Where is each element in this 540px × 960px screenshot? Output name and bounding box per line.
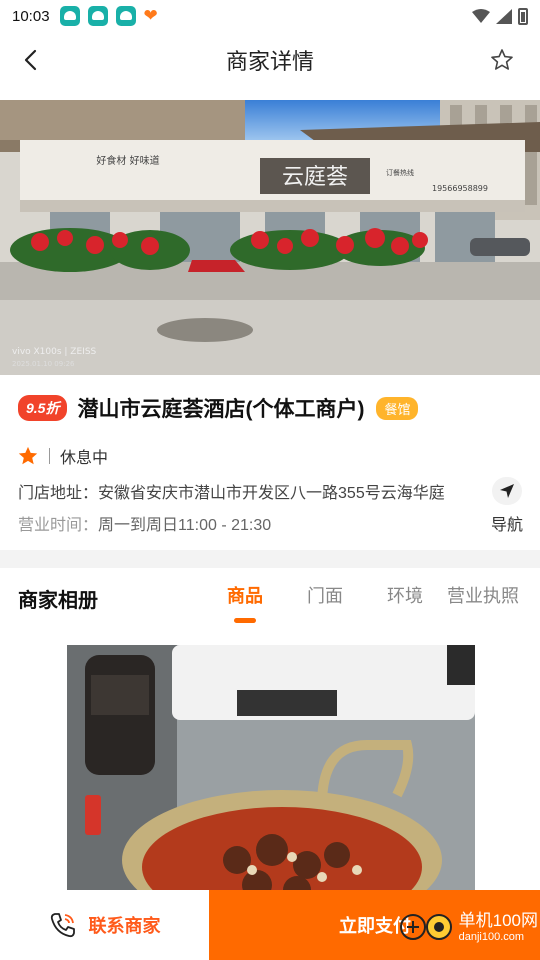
notification-app-icon — [115, 6, 136, 26]
notification-app-icon — [87, 6, 108, 26]
category-badge: 餐馆 — [376, 396, 419, 420]
hours-label: 营业时间： — [18, 517, 99, 534]
photo-date-text: 2025.01.10 09:26 — [12, 360, 75, 368]
navigation-icon-wrap — [492, 477, 522, 505]
store-title-row: 9.5折 潜山市云庭荟酒店(个体工商户) 餐馆 — [18, 393, 530, 423]
store-name: 潜山市云庭荟酒店(个体工商户) — [77, 398, 365, 421]
navigation-arrow-icon — [500, 484, 514, 498]
watermark-title: 单机100网 — [458, 911, 538, 930]
active-tab-indicator — [234, 618, 256, 623]
shop-sign-text: 云庭荟 — [282, 165, 348, 190]
store-address: 门店地址：安徽省安庆市潜山市开发区八一路355号云海华庭 — [18, 479, 445, 503]
header: 商家详情 — [0, 32, 540, 88]
battery-icon — [518, 7, 528, 25]
watermark-logo-icon — [399, 914, 452, 941]
store-status-row: 休息中 — [17, 444, 108, 468]
divider — [49, 448, 50, 464]
navigation-button[interactable]: 导航 — [484, 477, 530, 535]
page-title: 商家详情 — [225, 49, 314, 74]
wifi-icon — [472, 9, 490, 23]
contact-merchant-label: 联系商家 — [88, 916, 161, 936]
tab-storefront[interactable]: 门面 — [307, 582, 343, 608]
status-bar: 10:03 ❤ — [0, 0, 540, 32]
discount-badge: 9.5折 — [18, 395, 68, 421]
signal-icon — [496, 8, 512, 24]
star-filled-icon — [18, 446, 38, 465]
section-separator — [0, 550, 540, 568]
star-outline-icon — [491, 49, 513, 70]
store-hours: 营业时间：周一到周日11:00 - 21:30 — [18, 511, 271, 535]
album-product-photo[interactable] — [67, 645, 475, 890]
status-time: 10:03 — [12, 7, 50, 25]
navigation-label: 导航 — [490, 517, 523, 534]
system-status-icons — [472, 7, 528, 25]
tab-environment[interactable]: 环境 — [387, 582, 423, 608]
shop-slogan-text: 好食材 好味道 — [96, 154, 159, 167]
contact-merchant-button[interactable]: 联系商家 — [0, 890, 209, 960]
store-front-photo[interactable]: 云庭荟 好食材 好味道 订餐热线 19566958899 vivo X100s … — [0, 100, 540, 375]
album-title: 商家相册 — [18, 590, 98, 612]
phone-icon — [50, 913, 75, 938]
heart-app-icon: ❤ — [143, 6, 158, 25]
store-open-status: 休息中 — [60, 450, 109, 467]
back-button[interactable] — [14, 44, 46, 76]
bottom-action-bar: 联系商家 立即支付 单机100网 danji100.com — [0, 890, 540, 960]
favorite-button[interactable] — [486, 44, 518, 76]
address-label: 门店地址： — [18, 485, 99, 502]
album-tabs: 商品 门面 环境 营业执照 — [218, 582, 540, 626]
site-watermark: 单机100网 danji100.com — [397, 911, 538, 943]
shop-phone-text: 19566958899 — [432, 184, 488, 193]
hours-value: 周一到周日11:00 - 21:30 — [98, 517, 272, 534]
camera-watermark: vivo X100s | ZEISS — [12, 347, 97, 357]
chevron-left-icon — [24, 49, 37, 71]
watermark-subtitle: danji100.com — [458, 930, 525, 943]
pay-now-button[interactable]: 立即支付 单机100网 danji100.com — [209, 890, 540, 960]
tab-products[interactable]: 商品 — [227, 582, 263, 608]
shop-hotline-label: 订餐热线 — [386, 168, 414, 177]
tab-business-license[interactable]: 营业执照 — [447, 582, 519, 608]
address-value: 安徽省安庆市潜山市开发区八一路355号云海华庭 — [98, 485, 445, 502]
notification-app-icon — [59, 6, 80, 26]
